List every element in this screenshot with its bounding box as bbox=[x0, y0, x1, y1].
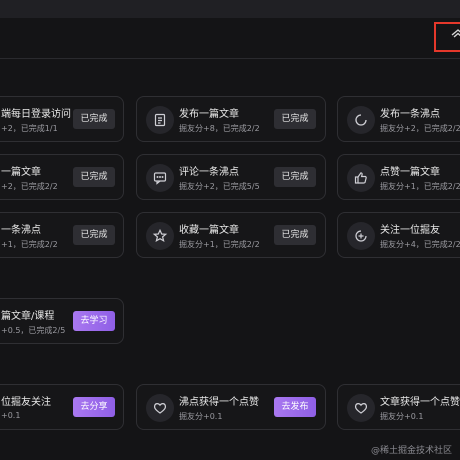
task-title: 沸点获得一个点赞 bbox=[179, 397, 259, 408]
task-subtitle: 掘友分+1，已完成2/2 bbox=[179, 240, 260, 249]
task-title: 评论一条沸点 bbox=[179, 167, 239, 178]
task-card: 发布一篇文章 掘友分+8，已完成2/2 已完成 bbox=[136, 96, 326, 142]
learn-button[interactable]: 去学习 bbox=[73, 311, 115, 331]
task-subtitle: 掘友分+1，已完成2/2 bbox=[380, 182, 460, 191]
task-card: 篇文章/课程 +0.5，已完成2/5 去学习 bbox=[0, 298, 124, 344]
task-title: 发布一篇文章 bbox=[179, 109, 239, 120]
task-card: 发布一条沸点 掘友分+2，已完成2/2 bbox=[337, 96, 460, 142]
task-title: 位掘友关注 bbox=[1, 397, 51, 408]
task-title: 文章获得一个点赞 bbox=[380, 397, 460, 408]
share-button[interactable]: 去分享 bbox=[73, 397, 115, 417]
task-subtitle: +1，已完成2/2 bbox=[1, 240, 58, 249]
task-title: 点赞一篇文章 bbox=[380, 167, 440, 178]
task-card: 端每日登录访问 +2，已完成1/1 已完成 bbox=[0, 96, 124, 142]
task-card: 评论一条沸点 掘友分+2，已完成5/5 已完成 bbox=[136, 154, 326, 200]
page-header bbox=[0, 18, 460, 59]
completed-button[interactable]: 已完成 bbox=[274, 167, 316, 187]
heart-icon bbox=[146, 394, 174, 422]
task-subtitle: 掘友分+4，已完成2/2 bbox=[380, 240, 460, 249]
task-subtitle: 掘友分+0.1 bbox=[380, 412, 424, 421]
completed-button[interactable]: 已完成 bbox=[73, 109, 115, 129]
task-card: 位掘友关注 +0.1 去分享 bbox=[0, 384, 124, 430]
task-subtitle: +2，已完成2/2 bbox=[1, 182, 58, 191]
follow-icon bbox=[347, 222, 375, 250]
task-subtitle: +0.1 bbox=[1, 411, 21, 420]
task-title: 端每日登录访问 bbox=[1, 109, 71, 120]
task-card: 一条沸点 +1，已完成2/2 已完成 bbox=[0, 212, 124, 258]
task-subtitle: 掘友分+2，已完成2/2 bbox=[380, 124, 460, 133]
window-top-strip bbox=[0, 0, 460, 18]
task-subtitle: 掘友分+2，已完成5/5 bbox=[179, 182, 260, 191]
comment-icon bbox=[146, 164, 174, 192]
completed-button[interactable]: 已完成 bbox=[274, 225, 316, 245]
task-subtitle: +0.5，已完成2/5 bbox=[1, 326, 66, 335]
watermark: @稀土掘金技术社区 bbox=[370, 446, 452, 456]
gear-icon[interactable] bbox=[450, 27, 460, 43]
task-subtitle: +2，已完成1/1 bbox=[1, 124, 58, 133]
task-title: 一篇文章 bbox=[1, 167, 41, 178]
task-subtitle: 掘友分+0.1 bbox=[179, 412, 223, 421]
publish-button[interactable]: 去发布 bbox=[274, 397, 316, 417]
task-title: 篇文章/课程 bbox=[1, 311, 55, 322]
task-title: 关注一位掘友 bbox=[380, 225, 440, 236]
task-subtitle: 掘友分+8，已完成2/2 bbox=[179, 124, 260, 133]
task-card: 一篇文章 +2，已完成2/2 已完成 bbox=[0, 154, 124, 200]
task-title: 发布一条沸点 bbox=[380, 109, 440, 120]
task-card: 关注一位掘友 掘友分+4，已完成2/2 bbox=[337, 212, 460, 258]
star-icon bbox=[146, 222, 174, 250]
completed-button[interactable]: 已完成 bbox=[274, 109, 316, 129]
task-card: 文章获得一个点赞 掘友分+0.1 bbox=[337, 384, 460, 430]
task-card: 沸点获得一个点赞 掘友分+0.1 去发布 bbox=[136, 384, 326, 430]
heart-icon bbox=[347, 394, 375, 422]
completed-button[interactable]: 已完成 bbox=[73, 225, 115, 245]
task-title: 一条沸点 bbox=[1, 225, 41, 236]
spinner-icon bbox=[347, 106, 375, 134]
completed-button[interactable]: 已完成 bbox=[73, 167, 115, 187]
document-icon bbox=[146, 106, 174, 134]
task-title: 收藏一篇文章 bbox=[179, 225, 239, 236]
task-card: 点赞一篇文章 掘友分+1，已完成2/2 bbox=[337, 154, 460, 200]
thumbs-up-icon bbox=[347, 164, 375, 192]
task-card: 收藏一篇文章 掘友分+1，已完成2/2 已完成 bbox=[136, 212, 326, 258]
